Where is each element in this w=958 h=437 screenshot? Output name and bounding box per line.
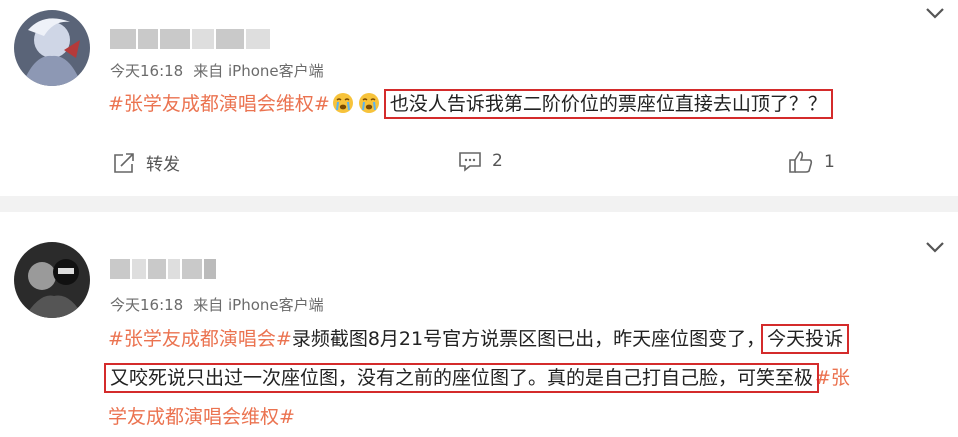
- post-text-line: 又咬死说只出过一次座位图，没有之前的座位图了。真的是自己打自己脸，可笑至极 #张: [103, 359, 850, 398]
- highlighted-text: 也没人告诉我第二阶价位的票座位直接去山顶了？？: [383, 89, 833, 119]
- chevron-down-icon[interactable]: [924, 6, 946, 20]
- like-button[interactable]: 1: [788, 150, 835, 174]
- post-text-line: #张学友成都演唱会#录频截图8月21号官方说票区图已出，昨天座位图变了， 今天投诉: [108, 320, 850, 359]
- comment-icon: [459, 152, 481, 172]
- repost-icon: [114, 152, 134, 173]
- username-blurred[interactable]: [110, 259, 218, 279]
- post-source: 来自 iPhone客户端: [193, 296, 324, 314]
- username-blurred[interactable]: [110, 29, 272, 49]
- post-card: 今天16:18 来自 iPhone客户端 #张学友成都演唱会#录频截图8月21号官…: [0, 212, 958, 431]
- post-time: 今天16:18: [110, 296, 184, 314]
- repost-label: 转发: [146, 155, 180, 175]
- hashtag-link[interactable]: 学友成都演唱会维权#: [108, 406, 295, 428]
- highlighted-text: 又咬死说只出过一次座位图，没有之前的座位图了。真的是自己打自己脸，可笑至极: [103, 363, 820, 393]
- crying-emoji-icon: [358, 93, 379, 113]
- post-divider: [0, 196, 958, 212]
- hashtag-link[interactable]: #张学友成都演唱会维权#: [108, 93, 330, 115]
- comment-count: 2: [492, 151, 503, 171]
- chevron-down-icon[interactable]: [924, 240, 946, 254]
- post-source: 来自 iPhone客户端: [193, 62, 324, 80]
- comment-button[interactable]: 2: [458, 150, 503, 172]
- post-meta: 今天16:18 来自 iPhone客户端: [110, 294, 324, 315]
- avatar[interactable]: [14, 10, 90, 86]
- post-actions: 转发 2 1: [0, 150, 958, 176]
- post-meta: 今天16:18 来自 iPhone客户端: [110, 60, 324, 81]
- like-icon: [789, 151, 813, 173]
- avatar[interactable]: [14, 242, 90, 318]
- highlighted-text: 今天投诉: [761, 324, 850, 354]
- like-count: 1: [824, 152, 835, 172]
- post-time: 今天16:18: [110, 62, 184, 80]
- hashtag-link[interactable]: #张: [815, 367, 850, 389]
- hashtag-link[interactable]: #张学友成都演唱会#: [108, 328, 292, 350]
- crying-emoji-icon: [332, 93, 353, 113]
- repost-button[interactable]: 转发: [112, 150, 180, 175]
- post-card: 今天16:18 来自 iPhone客户端 #张学友成都演唱会维权# 也没人告诉我第…: [0, 0, 958, 196]
- post-text-line: 学友成都演唱会维权#: [108, 398, 295, 437]
- post-text: #张学友成都演唱会维权# 也没人告诉我第二阶价位的票座位直接去山顶了？？: [108, 85, 833, 124]
- post-text: 录频截图8月21号官方说票区图已出，昨天座位图变了，: [291, 328, 766, 350]
